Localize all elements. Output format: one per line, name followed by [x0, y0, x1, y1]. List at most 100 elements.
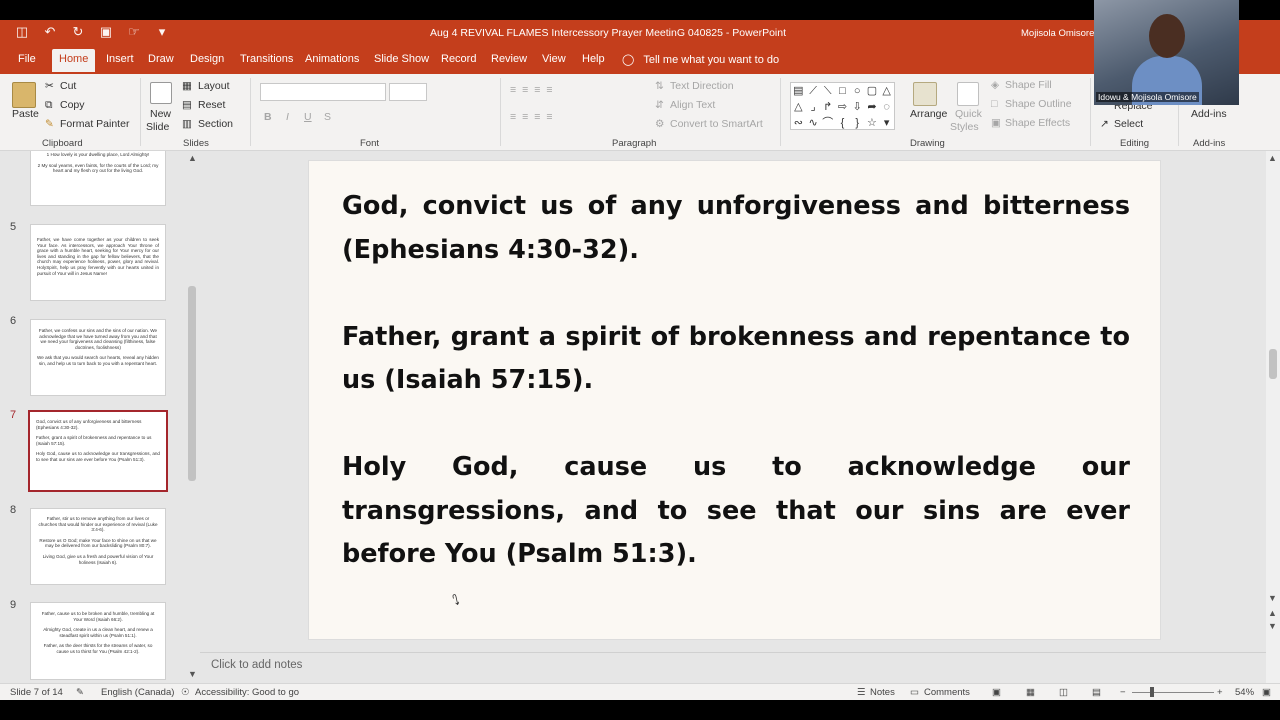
quick-styles-label-1[interactable]: Quick [955, 108, 982, 120]
font-name-box[interactable] [260, 83, 386, 101]
tab-view[interactable]: View [540, 53, 568, 65]
copy-button[interactable]: Copy [60, 99, 85, 111]
connector-shape-icon[interactable]: ⌟ [806, 99, 821, 115]
align-text-button[interactable]: Align Text [670, 99, 715, 111]
reset-button[interactable]: Reset [198, 99, 225, 111]
tab-home[interactable]: Home [52, 49, 96, 74]
more-shapes-icon[interactable]: △ [879, 83, 894, 99]
new-slide-icon[interactable] [150, 82, 172, 104]
slide-thumbnail-9[interactable]: Father, cause us to be broken and humble… [30, 602, 166, 680]
slide-thumbnail-8[interactable]: Father, stir us to remove anything from … [30, 508, 166, 585]
zoom-out-icon[interactable]: − [1120, 687, 1126, 698]
cut-icon[interactable]: ✂ [45, 80, 54, 92]
slide-thumbnail-7-selected[interactable]: God, convict us of any unforgiveness and… [28, 410, 168, 492]
zoom-slider[interactable] [1132, 692, 1214, 693]
section-button[interactable]: Section [198, 118, 233, 130]
current-slide[interactable]: God, convict us of any unforgiveness and… [308, 160, 1161, 640]
scroll-down-icon[interactable]: ▼ [1268, 593, 1277, 603]
arc-shape-icon[interactable]: ⌒ [820, 115, 835, 131]
paste-button[interactable]: Paste [12, 108, 39, 120]
quick-styles-icon[interactable] [957, 82, 979, 106]
spelling-icon[interactable]: ✎ [76, 687, 84, 698]
tab-animations[interactable]: Animations [303, 53, 361, 65]
shapes-more-icon[interactable]: ▾ [879, 115, 894, 131]
triangle-shape-icon[interactable]: △ [791, 99, 806, 115]
curve-shape-icon[interactable]: ∿ [806, 115, 821, 131]
presentation-icon[interactable]: ▣ [98, 24, 114, 40]
select-button[interactable]: Select [1114, 118, 1143, 130]
oval-shape-icon[interactable]: ○ [850, 83, 865, 99]
arrow-down-shape-icon[interactable]: ⇩ [850, 99, 865, 115]
quick-styles-label-2[interactable]: Styles [950, 121, 979, 133]
slide-thumbnail-5[interactable]: Father, we have come together as your ch… [30, 224, 166, 301]
strikethrough-button[interactable]: S [324, 111, 331, 123]
fit-to-window-icon[interactable]: ▣ [1262, 687, 1271, 698]
rounded-rectangle-shape-icon[interactable]: ▢ [865, 83, 880, 99]
format-painter-button[interactable]: Format Painter [60, 118, 129, 130]
scroll-up-icon[interactable]: ▲ [1268, 153, 1277, 163]
slide-thumbnail-4[interactable]: 1 How lovely is your dwelling place, Lor… [30, 151, 166, 206]
list-buttons[interactable]: ≡≡≡≡ [510, 84, 559, 96]
scroll-up-icon[interactable]: ▲ [188, 153, 197, 163]
editor-scrollbar-thumb[interactable] [1269, 349, 1277, 379]
notes-pane[interactable]: Click to add notes [200, 652, 1266, 683]
paste-icon[interactable] [12, 82, 36, 108]
customize-qat-icon[interactable]: ▾ [154, 24, 170, 40]
new-slide-label-2[interactable]: Slide [146, 121, 169, 133]
underline-button[interactable]: U [304, 111, 312, 123]
tab-slide-show[interactable]: Slide Show [372, 53, 431, 65]
tab-help[interactable]: Help [580, 53, 607, 65]
brace-left-shape-icon[interactable]: { [835, 115, 850, 131]
addins-button[interactable]: Add-ins [1191, 108, 1227, 120]
reading-view-icon[interactable]: ◫ [1059, 687, 1068, 698]
comments-button[interactable]: Comments [924, 687, 970, 698]
star-shape-icon[interactable]: ☆ [865, 115, 880, 131]
line-shape-icon[interactable]: ⟋ [806, 83, 821, 99]
touch-mode-icon[interactable]: ☞ [126, 24, 142, 40]
slide-sorter-icon[interactable]: ▦ [1026, 687, 1035, 698]
account-name[interactable]: Mojisola Omisore [1021, 28, 1094, 39]
undo-icon[interactable]: ↶ [42, 24, 58, 40]
tab-transitions[interactable]: Transitions [238, 53, 295, 65]
language-status[interactable]: English (Canada) [101, 687, 174, 698]
tab-file[interactable]: File [16, 53, 38, 65]
notes-button[interactable]: Notes [870, 687, 895, 698]
line-shape-icon[interactable]: ⟍ [820, 83, 835, 99]
shape-fill-button[interactable]: Shape Fill [1005, 79, 1052, 91]
shape-outline-button[interactable]: Shape Outline [1005, 98, 1072, 110]
cut-button[interactable]: Cut [60, 80, 76, 92]
previous-slide-icon[interactable]: ▲ [1268, 608, 1277, 618]
connector-shape-icon[interactable]: ↱ [820, 99, 835, 115]
next-slide-icon[interactable]: ▼ [1268, 621, 1277, 631]
callout-shape-icon[interactable]: ◌ [879, 99, 894, 115]
new-slide-label-1[interactable]: New [150, 108, 171, 120]
alignment-buttons[interactable]: ≡≡≡≡ [510, 111, 559, 123]
slide-text-box[interactable]: God, convict us of any unforgiveness and… [342, 185, 1130, 620]
arrange-button[interactable]: Arrange [910, 108, 947, 120]
tab-insert[interactable]: Insert [104, 53, 136, 65]
editor-scrollbar[interactable]: ▲ ▼ ▲ ▼ [1266, 151, 1280, 683]
tab-draw[interactable]: Draw [146, 53, 176, 65]
bold-button[interactable]: B [264, 111, 272, 123]
zoom-slider-thumb[interactable] [1150, 687, 1154, 697]
format-painter-icon[interactable]: ✎ [45, 118, 54, 130]
layout-button[interactable]: Layout [198, 80, 230, 92]
redo-icon[interactable]: ↻ [70, 24, 86, 40]
slideshow-view-icon[interactable]: ▤ [1092, 687, 1101, 698]
rectangle-shape-icon[interactable]: □ [835, 83, 850, 99]
slide-thumbnail-6[interactable]: Father, we confess our sins and the sins… [30, 319, 166, 396]
save-icon[interactable]: ◫ [14, 24, 30, 40]
accessibility-status[interactable]: Accessibility: Good to go [195, 687, 299, 698]
italic-button[interactable]: I [286, 111, 289, 123]
shapes-gallery[interactable]: ▤ ⟋ ⟍ □ ○ ▢ △ △ ⌟ ↱ ⇨ ⇩ ➦ ◌ ∾ ∿ ⌒ { } ☆ … [790, 82, 895, 130]
scroll-down-icon[interactable]: ▼ [188, 669, 197, 679]
tab-design[interactable]: Design [188, 53, 226, 65]
font-size-box[interactable] [389, 83, 427, 101]
normal-view-icon[interactable]: ▣ [992, 687, 1001, 698]
tab-record[interactable]: Record [439, 53, 478, 65]
thumbnails-scrollbar[interactable]: ▲ ▼ [186, 151, 198, 683]
shape-effects-button[interactable]: Shape Effects [1005, 117, 1070, 129]
text-box-shape-icon[interactable]: ▤ [791, 83, 806, 99]
copy-icon[interactable]: ⧉ [45, 99, 53, 112]
convert-smartart-button[interactable]: Convert to SmartArt [670, 118, 763, 130]
